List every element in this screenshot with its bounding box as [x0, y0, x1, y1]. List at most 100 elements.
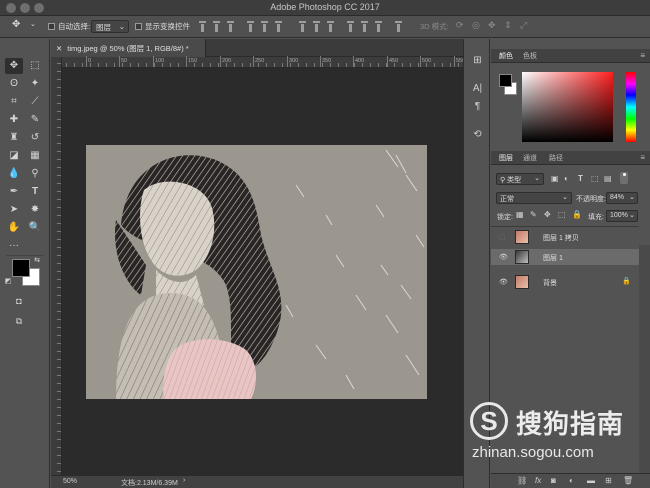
adjustment-icon[interactable]: ◐ — [569, 476, 574, 485]
layer-row-background[interactable]: 👁 背景 🔒 — [491, 274, 639, 290]
custom-shape-tool-icon[interactable]: ✸ — [26, 202, 44, 218]
group-icon[interactable]: ▬ — [587, 476, 595, 485]
eraser-tool-icon[interactable]: ◪ — [5, 148, 23, 164]
lock-position-icon[interactable]: ✥ — [544, 210, 551, 219]
pen-tool-icon[interactable]: ✒ — [5, 184, 23, 200]
image-canvas[interactable] — [86, 145, 427, 399]
auto-select-target-select[interactable]: 图层 ⌄ — [91, 20, 129, 33]
align-vertical-center-icon[interactable] — [212, 21, 221, 32]
properties-panel-icon[interactable]: ⊞ — [470, 55, 485, 69]
foreground-color-swatch[interactable] — [12, 259, 30, 277]
opacity-input[interactable]: 84% ⌄ — [606, 192, 638, 204]
marquee-tool-icon[interactable]: ⬚ — [26, 58, 44, 74]
move-tool-icon[interactable]: ✥ — [5, 58, 23, 74]
panel-menu-icon[interactable]: ≡ — [640, 153, 645, 162]
history-brush-tool-icon[interactable]: ↺ — [26, 130, 44, 146]
distribute-hcenter-icon[interactable] — [360, 21, 369, 32]
tab-color[interactable]: 颜色 — [499, 51, 513, 61]
align-horizontal-center-icon[interactable] — [260, 21, 269, 32]
brush-tool-icon[interactable]: ✎ — [26, 112, 44, 128]
lock-all-icon[interactable]: 🔒 — [572, 210, 582, 219]
document-tab[interactable]: ✕ timg.jpeg @ 50% (图层 1, RGB/8#) * — [51, 39, 206, 57]
tab-channels[interactable]: 通道 — [523, 153, 537, 163]
eye-icon[interactable]: 👁 — [499, 253, 508, 261]
tab-swatches[interactable]: 色板 — [523, 51, 537, 61]
quick-mask-icon[interactable]: ◘ — [10, 293, 28, 309]
color-saturation-field[interactable] — [522, 72, 613, 142]
blend-mode-select[interactable]: 正常 ⌄ — [496, 192, 572, 204]
lock-artboard-icon[interactable]: ⬚ — [558, 210, 566, 219]
healing-brush-tool-icon[interactable]: ✚ — [5, 112, 23, 128]
magic-wand-tool-icon[interactable]: ✦ — [26, 76, 44, 92]
layers-divider — [491, 226, 639, 227]
filter-type-icon[interactable]: T — [578, 174, 583, 183]
ruler-minor-tick — [57, 423, 61, 424]
trash-icon[interactable]: 🗑 — [623, 476, 633, 485]
zoom-level[interactable]: 50% — [63, 478, 77, 485]
status-menu-arrow-icon[interactable]: › — [183, 477, 185, 484]
filter-toggle-knob — [623, 173, 626, 176]
distribute-left-icon[interactable] — [346, 21, 355, 32]
gradient-tool-icon[interactable]: ▦ — [26, 148, 44, 164]
fill-input[interactable]: 100% ⌄ — [606, 210, 638, 222]
slide-3d-icon[interactable]: ⇕ — [504, 20, 512, 31]
close-tab-icon[interactable]: ✕ — [56, 44, 62, 53]
zoom-tool-icon[interactable]: 🔍 — [26, 220, 44, 236]
tab-layers[interactable]: 图层 — [499, 153, 513, 163]
align-bottom-icon[interactable] — [226, 21, 235, 32]
dodge-tool-icon[interactable]: ⚲ — [26, 166, 44, 182]
distribute-vcenter-icon[interactable] — [312, 21, 321, 32]
layer-row-copy[interactable]: ▢ 图层 1 拷贝 — [491, 229, 639, 245]
pan-3d-icon[interactable]: ✥ — [488, 20, 496, 31]
distribute-bottom-icon[interactable] — [326, 21, 335, 32]
more-tools-icon[interactable]: ··· — [5, 238, 23, 254]
character-panel-icon[interactable]: A| — [470, 83, 485, 97]
align-left-icon[interactable] — [246, 21, 255, 32]
rotate-3d-icon[interactable]: ⟳ — [456, 20, 464, 31]
mask-icon[interactable]: ◙ — [551, 476, 556, 485]
visibility-off-icon[interactable]: ▢ — [499, 233, 506, 241]
roll-3d-icon[interactable]: ◎ — [472, 20, 480, 31]
tool-preset-chevron-icon[interactable]: ⌄ — [30, 20, 36, 28]
history-panel-icon[interactable]: ⟲ — [470, 129, 485, 143]
eyedropper-tool-icon[interactable]: ⟋ — [26, 94, 44, 110]
lock-image-icon[interactable]: ✎ — [530, 210, 537, 219]
distribute-top-icon[interactable] — [298, 21, 307, 32]
new-layer-icon[interactable]: ⊞ — [605, 476, 612, 485]
lock-transparent-icon[interactable]: ▦ — [516, 210, 524, 219]
tab-paths[interactable]: 路径 — [549, 153, 563, 163]
hand-tool-icon[interactable]: ✋ — [5, 220, 23, 236]
move-tool-icon[interactable]: ✥ — [12, 19, 20, 30]
auto-align-icon[interactable] — [394, 21, 403, 32]
type-tool-icon[interactable]: T — [26, 184, 44, 200]
ruler-minor-tick — [57, 279, 61, 280]
hue-slider[interactable] — [626, 72, 636, 142]
scale-3d-icon[interactable]: ⤢ — [520, 20, 527, 31]
align-right-icon[interactable] — [274, 21, 283, 32]
link-icon[interactable]: ⛓ — [517, 476, 527, 485]
eye-icon[interactable]: 👁 — [499, 278, 508, 286]
path-selection-tool-icon[interactable]: ➤ — [5, 202, 23, 218]
chevron-down-icon: ⌄ — [562, 194, 568, 201]
color-panel-foreground-swatch[interactable] — [499, 74, 512, 87]
paragraph-panel-icon[interactable]: ¶ — [470, 101, 485, 115]
filter-smart-object-icon[interactable]: ▤ — [604, 174, 612, 183]
distribute-right-icon[interactable] — [374, 21, 383, 32]
align-top-icon[interactable] — [198, 21, 207, 32]
blur-tool-icon[interactable]: 💧 — [5, 166, 23, 182]
filter-shape-icon[interactable]: ⬚ — [591, 174, 599, 183]
filter-pixel-icon[interactable]: ▣ — [551, 174, 559, 183]
auto-select-checkbox[interactable]: 自动选择: — [48, 21, 90, 32]
filter-adjustment-icon[interactable]: ◐ — [564, 174, 569, 183]
panel-menu-icon[interactable]: ≡ — [640, 51, 645, 60]
clone-stamp-tool-icon[interactable]: ♜ — [5, 130, 23, 146]
layer-filter-select[interactable]: ⚲ 类型 ⌄ — [496, 173, 544, 185]
show-transform-checkbox[interactable]: 显示变换控件 — [135, 21, 190, 32]
fx-icon[interactable]: fx — [535, 476, 541, 485]
screen-mode-icon[interactable]: ⧉ — [10, 313, 28, 329]
swap-colors-icon[interactable]: ⇆ — [32, 253, 42, 269]
layer-row-selected[interactable]: 👁 图层 1 — [491, 249, 639, 265]
lasso-tool-icon[interactable]: ʘ — [5, 76, 23, 92]
default-colors-icon[interactable]: ◩ — [3, 274, 13, 290]
crop-tool-icon[interactable]: ⌗ — [5, 94, 23, 110]
